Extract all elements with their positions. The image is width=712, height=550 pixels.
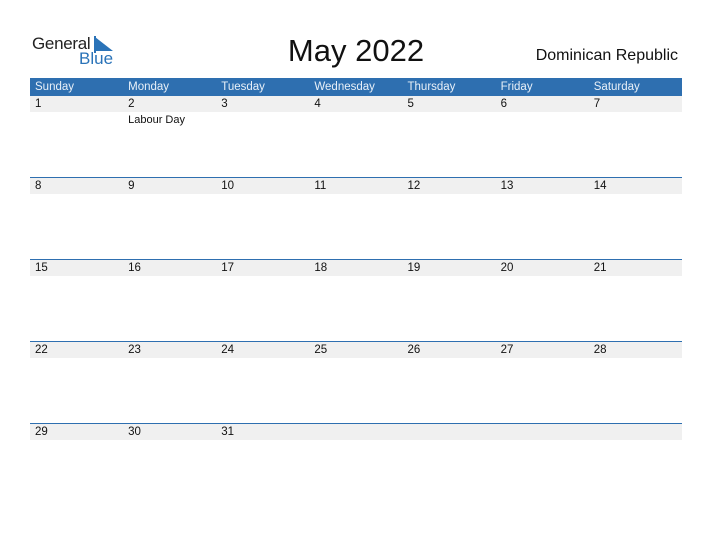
events-strip: [30, 276, 682, 277]
country-name: Dominican Republic: [535, 47, 678, 64]
week-row: 22 23 24 25 26 27 28: [30, 341, 682, 423]
day-number: [589, 424, 682, 440]
holiday-label: [123, 194, 216, 195]
holiday-label: [589, 440, 682, 441]
day-number: 18: [314, 262, 328, 274]
holiday-label: [589, 276, 682, 277]
day-number: 1: [35, 98, 42, 110]
weekday-monday: Monday: [128, 81, 170, 93]
day-number: 5: [407, 98, 414, 110]
weekday-tuesday: Tuesday: [221, 81, 265, 93]
holiday-label: [30, 358, 123, 359]
day-number: 27: [500, 344, 514, 356]
holiday-label: [403, 440, 496, 441]
events-strip: [30, 440, 682, 441]
day-number: 24: [221, 344, 235, 356]
holiday-label: [30, 440, 123, 441]
day-number: [309, 424, 402, 440]
holiday-label: [309, 358, 402, 359]
holiday-label: [216, 440, 309, 441]
weekday-friday: Friday: [500, 81, 533, 93]
calendar-grid: Sunday Monday Tuesday Wednesday Thursday…: [30, 78, 682, 505]
holiday-label: [123, 440, 216, 441]
holiday-label: [309, 276, 402, 277]
holiday-label: [589, 358, 682, 359]
day-number: 14: [593, 180, 607, 192]
holiday-label: [403, 194, 496, 195]
events-strip: [30, 194, 682, 195]
day-number: 3: [221, 98, 228, 110]
holiday-label: [589, 112, 682, 127]
holiday-label: [216, 112, 309, 127]
holiday-label: [30, 194, 123, 195]
holiday-label: [496, 358, 589, 359]
holiday-label: [30, 112, 123, 127]
day-number: 10: [221, 180, 235, 192]
weekday-header: Sunday Monday Tuesday Wednesday Thursday…: [30, 78, 682, 96]
date-strip: 8 9 10 11 12 13 14: [30, 178, 682, 194]
day-number: 15: [35, 262, 48, 274]
holiday-label: Labour Day: [128, 114, 185, 126]
weekday-saturday: Saturday: [593, 81, 640, 93]
holiday-label: [496, 276, 589, 277]
day-number: 29: [35, 426, 48, 438]
holiday-label: [589, 194, 682, 195]
day-number: 11: [314, 180, 327, 192]
holiday-label: [496, 440, 589, 441]
day-number: [496, 424, 589, 440]
date-strip: 15 16 17 18 19 20 21: [30, 260, 682, 276]
date-strip: 1 2 3 4 5 6 7: [30, 96, 682, 112]
holiday-label: [309, 194, 402, 195]
day-number: 22: [35, 344, 48, 356]
holiday-label: [30, 276, 123, 277]
weekday-wednesday: Wednesday: [314, 81, 375, 93]
day-number: 26: [407, 344, 421, 356]
day-number: 19: [407, 262, 421, 274]
events-strip: [30, 358, 682, 359]
holiday-label: [123, 358, 216, 359]
weekday-sunday: Sunday: [35, 81, 75, 93]
day-number: 23: [128, 344, 141, 356]
holiday-label: [403, 358, 496, 359]
holiday-label: [496, 112, 589, 127]
week-row: 8 9 10 11 12 13 14: [30, 177, 682, 259]
day-number: 13: [500, 180, 514, 192]
day-number: 21: [593, 262, 607, 274]
holiday-label: [403, 276, 496, 277]
day-number: 8: [35, 180, 42, 192]
weekday-thursday: Thursday: [407, 81, 456, 93]
day-number: 31: [221, 426, 235, 438]
day-number: 25: [314, 344, 328, 356]
day-number: 17: [221, 262, 235, 274]
holiday-label: [216, 358, 309, 359]
holiday-label: [309, 440, 402, 441]
day-number: 30: [128, 426, 141, 438]
day-number: 16: [128, 262, 141, 274]
holiday-label: [216, 194, 309, 195]
holiday-label: [403, 112, 496, 127]
week-row: 15 16 17 18 19 20 21: [30, 259, 682, 341]
events-strip: Labour Day: [30, 112, 682, 127]
weeks-container: 1 2 3 4 5 6 7 Labour Day 8 9 10 11 12 13 14 15 16 17 18 19 2…: [30, 96, 682, 505]
day-number: 28: [593, 344, 607, 356]
day-number: 2: [128, 98, 135, 110]
holiday-label: [309, 112, 402, 127]
holiday-label: [216, 276, 309, 277]
date-strip: 29 30 31: [30, 424, 682, 440]
day-number: [403, 424, 496, 440]
day-number: 9: [128, 180, 135, 192]
holiday-label: [123, 276, 216, 277]
week-row: 29 30 31: [30, 423, 682, 505]
day-number: 20: [500, 262, 514, 274]
date-strip: 22 23 24 25 26 27 28: [30, 342, 682, 358]
day-number: 12: [407, 180, 421, 192]
day-number: 4: [314, 98, 321, 110]
day-number: 7: [593, 98, 601, 110]
week-row: 1 2 3 4 5 6 7 Labour Day: [30, 96, 682, 177]
holiday-label: [496, 194, 589, 195]
day-number: 6: [500, 98, 508, 110]
